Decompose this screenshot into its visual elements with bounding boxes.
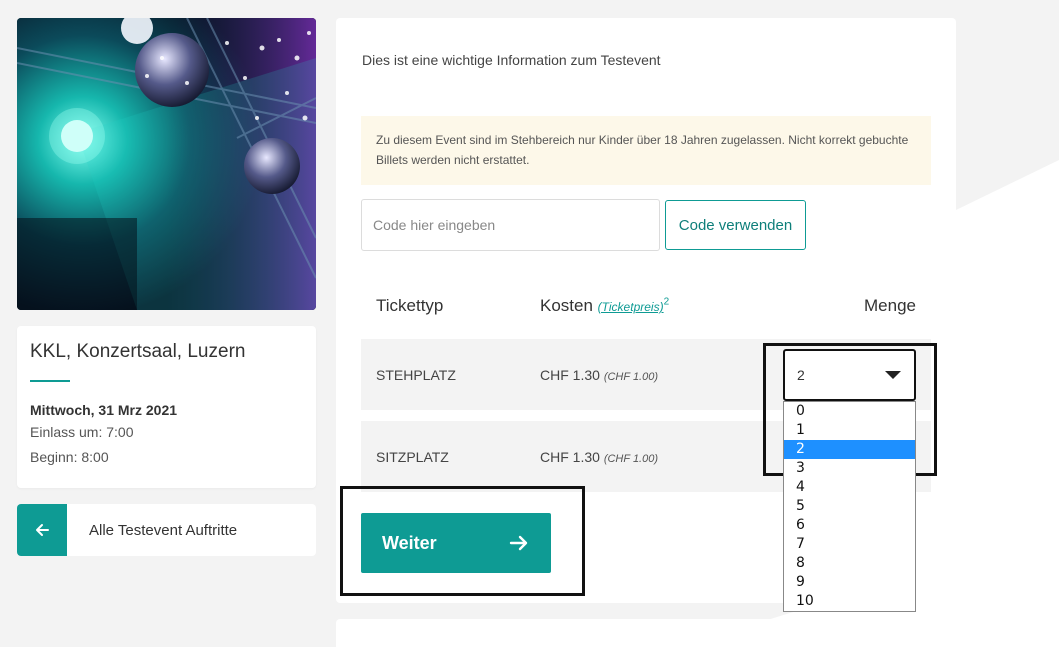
ticket-price: CHF 1.30 (CHF 1.00) (540, 449, 658, 465)
quantity-option-1[interactable]: 1 (784, 421, 915, 440)
quantity-option-6[interactable]: 6 (784, 516, 915, 535)
ticket-price-link[interactable]: (Ticketpreis) (598, 300, 664, 314)
quantity-option-0[interactable]: 0 (784, 402, 915, 421)
concert-lights-illustration (17, 18, 316, 310)
ticket-price-gross: CHF 1.30 (540, 449, 600, 465)
back-arrow-box[interactable] (17, 504, 67, 556)
ticket-price-gross: CHF 1.30 (540, 367, 600, 383)
arrow-left-icon (36, 524, 49, 536)
column-header-cost: Kosten (Ticketpreis)2 (540, 296, 669, 316)
quantity-option-8[interactable]: 8 (784, 554, 915, 573)
column-header-ticket-type: Tickettyp (376, 296, 444, 315)
event-info-text: Dies ist eine wichtige Information zum T… (362, 52, 661, 68)
next-section-panel (336, 619, 956, 647)
age-notice: Zu diesem Event sind im Stehbereich nur … (361, 116, 931, 185)
all-performances-link[interactable]: Alle Testevent Auftritte (17, 504, 316, 556)
arrow-right-icon (509, 535, 528, 551)
continue-label: Weiter (382, 532, 437, 553)
quantity-option-5[interactable]: 5 (784, 497, 915, 516)
promo-code-input[interactable] (361, 199, 660, 251)
venue-title: KKL, Konzertsaal, Luzern (30, 341, 246, 362)
all-performances-label: Alle Testevent Auftritte (89, 521, 238, 539)
ticket-type-name: STEHPLATZ (376, 367, 456, 383)
quantity-select[interactable]: 2 (783, 349, 916, 401)
ticket-type-name: SITZPLATZ (376, 449, 449, 465)
apply-code-button[interactable]: Code verwenden (665, 200, 806, 250)
quantity-select-value: 2 (797, 367, 805, 383)
event-image (17, 18, 316, 310)
quantity-option-7[interactable]: 7 (784, 535, 915, 554)
continue-button[interactable]: Weiter (361, 513, 551, 573)
quantity-option-3[interactable]: 3 (784, 459, 915, 478)
start-time: Beginn: 8:00 (30, 449, 109, 465)
column-header-quantity: Menge (864, 296, 916, 315)
ticket-price-net: (CHF 1.00) (603, 453, 659, 465)
ticket-price: CHF 1.30 (CHF 1.00) (540, 367, 658, 383)
quantity-option-9[interactable]: 9 (784, 573, 915, 592)
event-date: Mittwoch, 31 Mrz 2021 (30, 402, 178, 418)
footnote-marker: 2 (663, 296, 670, 308)
venue-divider (30, 380, 70, 382)
ticket-price-net: (CHF 1.00) (603, 371, 659, 383)
quantity-options-list: 0 1 2 3 4 5 6 7 8 9 10 (783, 401, 916, 612)
chevron-down-icon (885, 371, 901, 379)
cost-label: Kosten (540, 296, 593, 315)
venue-card: KKL, Konzertsaal, Luzern Mittwoch, 31 Mr… (17, 326, 316, 488)
quantity-option-2[interactable]: 2 (784, 440, 915, 459)
quantity-option-4[interactable]: 4 (784, 478, 915, 497)
entry-time: Einlass um: 7:00 (30, 424, 134, 440)
quantity-option-10[interactable]: 10 (784, 592, 915, 611)
